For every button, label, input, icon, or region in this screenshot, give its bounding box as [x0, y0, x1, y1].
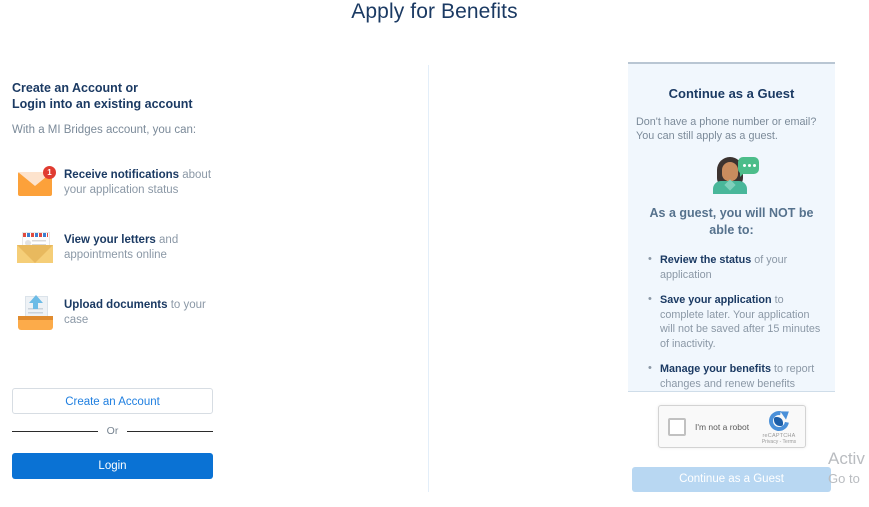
- account-heading-line2: Login into an existing account: [12, 97, 193, 111]
- envelope-notification-icon: 1: [12, 162, 58, 206]
- or-line-right: [127, 430, 214, 432]
- feature-item-letters: View your letters and appointments onlin…: [12, 227, 232, 273]
- feature-bold-notifications: Receive notifications: [64, 169, 180, 181]
- feature-list: 1 Receive notifications about your appli…: [12, 162, 232, 338]
- recaptcha-widget[interactable]: I'm not a robot reCAPTCHA Privacy - Term…: [658, 405, 806, 448]
- guest-panel: Continue as a Guest Don't have a phone n…: [628, 62, 835, 392]
- feature-text-letters: View your letters and appointments onlin…: [64, 227, 232, 263]
- notification-badge: 1: [43, 166, 56, 179]
- guest-subtitle-line1: Don't have a phone number or email?: [636, 116, 817, 128]
- guest-restrictions-list: Review the status of your application Sa…: [628, 252, 835, 391]
- page-title: Apply for Benefits: [351, 0, 518, 23]
- guest-subtitle-line2: You can still apply as a guest.: [636, 130, 778, 142]
- column-divider: [428, 65, 429, 492]
- or-divider: Or: [12, 425, 214, 437]
- or-line-left: [12, 430, 98, 432]
- account-subtitle: With a MI Bridges account, you can:: [12, 124, 197, 136]
- open-letter-icon: [12, 227, 58, 271]
- list-item: Manage your benefits to report changes a…: [648, 361, 821, 391]
- feature-text-upload: Upload documents to your case: [64, 292, 232, 328]
- windows-activation-watermark: Activ Go to: [828, 448, 869, 488]
- recaptcha-logo-icon: [765, 407, 793, 435]
- feature-item-notifications: 1 Receive notifications about your appli…: [12, 162, 232, 208]
- recaptcha-branding: reCAPTCHA Privacy - Terms: [759, 407, 799, 445]
- guest-panel-subtitle: Don't have a phone number or email? You …: [636, 115, 835, 143]
- recaptcha-checkbox[interactable]: [668, 417, 686, 436]
- list-item: Save your application to complete later.…: [648, 292, 821, 351]
- recaptcha-terms-link[interactable]: Privacy - Terms: [759, 439, 799, 445]
- feature-bold-letters: View your letters: [64, 234, 156, 246]
- account-section: Create an Account or Login into an exist…: [12, 80, 232, 357]
- or-label: Or: [106, 425, 119, 437]
- guest-panel-title: Continue as a Guest: [668, 86, 795, 101]
- bullet-bold-review: Review the status: [660, 254, 752, 266]
- feature-item-upload: Upload documents to your case: [12, 292, 232, 338]
- watermark-line2: Go to: [828, 471, 860, 486]
- login-button[interactable]: Login: [12, 453, 213, 479]
- create-account-button[interactable]: Create an Account: [12, 388, 213, 414]
- watermark-line1: Activ: [828, 449, 865, 468]
- guest-avatar-icon: [704, 157, 760, 194]
- feature-bold-upload: Upload documents: [64, 299, 168, 311]
- account-heading: Create an Account or Login into an exist…: [12, 80, 232, 112]
- account-heading-line1: Create an Account or: [12, 81, 138, 95]
- list-item: Review the status of your application: [648, 252, 821, 282]
- feature-text-notifications: Receive notifications about your applica…: [64, 162, 232, 198]
- recaptcha-label: I'm not a robot: [695, 421, 750, 432]
- guest-restrictions-heading: As a guest, you will NOT be able to:: [649, 206, 814, 237]
- bullet-bold-manage: Manage your benefits: [660, 363, 771, 375]
- upload-documents-icon: [12, 292, 58, 336]
- continue-as-guest-button[interactable]: Continue as a Guest: [632, 467, 831, 492]
- bullet-bold-save: Save your application: [660, 294, 772, 306]
